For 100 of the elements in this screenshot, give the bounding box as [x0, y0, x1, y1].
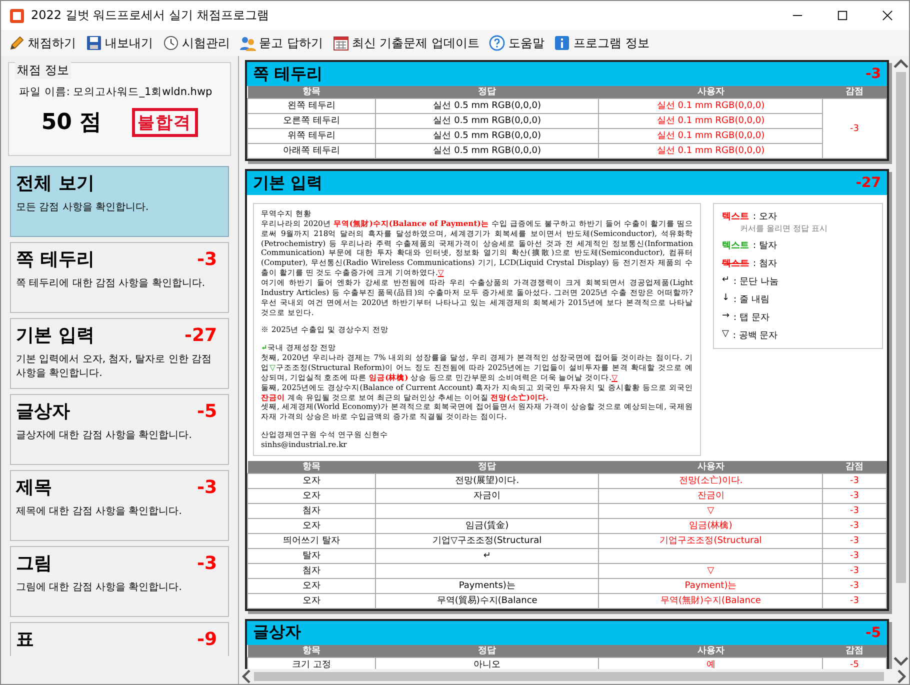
legend-text: : 공백 문자	[732, 330, 778, 342]
file-name: 파일 이름: 모의고사워드_1회wldn.hwp	[18, 85, 214, 99]
menu-item[interactable]: 프로그램 정보	[550, 32, 654, 54]
info-icon	[554, 35, 570, 51]
table-cell: 위쪽 테두리	[248, 128, 376, 144]
category-deduction: -27	[184, 324, 218, 346]
category-title: 글상자	[16, 400, 70, 423]
table-cell: -3	[822, 548, 886, 564]
legend-text: : 탈자	[753, 240, 777, 252]
category-deduction: -5	[197, 400, 218, 422]
column-header: 항목	[248, 644, 376, 658]
table-cell: 첨자	[248, 503, 376, 518]
table-cell: 오자	[248, 488, 376, 504]
pencil-icon	[9, 35, 25, 51]
table-cell: 자금이	[375, 488, 599, 504]
menu-item[interactable]: 채점하기	[5, 32, 80, 54]
menu-item[interactable]: 시험관리	[159, 32, 234, 54]
table-cell: 실선 0.5 mm RGB(0,0,0)	[375, 128, 599, 144]
column-header: 감점	[822, 86, 886, 98]
section-deduction: -27	[856, 175, 881, 191]
category-deduction: -3	[197, 248, 218, 270]
category-title: 기본 입력	[16, 324, 94, 347]
column-header: 감점	[822, 460, 886, 474]
menu-item[interactable]: 최신 기출문제 업데이트	[328, 32, 484, 54]
close-icon[interactable]	[882, 10, 893, 21]
column-header: 정답	[375, 644, 599, 658]
horizontal-scrollbar[interactable]	[239, 669, 909, 684]
table-cell: 무역(貿易)수지(Balance	[375, 593, 599, 608]
table-cell: 탈자	[248, 548, 376, 564]
legend-sample: 텍스트	[722, 240, 749, 252]
table-cell: 실선 0.1 mm RGB(0,0,0)	[598, 98, 823, 114]
category-title: 전체 보기	[16, 172, 94, 195]
category-title: 그림	[16, 552, 52, 575]
app-icon	[9, 8, 25, 24]
table-cell: 오자	[248, 578, 376, 594]
column-header: 사용자	[598, 460, 823, 474]
category-description: 그림에 대한 감점 사항을 확인합니다.	[16, 581, 183, 595]
category-item[interactable]: 글상자 -5 글상자에 대한 감점 사항을 확인합니다.	[10, 394, 229, 465]
table-cell: -3	[822, 518, 886, 534]
calendar-icon	[332, 35, 349, 51]
menu-item[interactable]: 묻고 답하기	[236, 32, 327, 54]
column-header: 정답	[375, 86, 599, 98]
category-item[interactable]: 그림 -3 그림에 대한 감점 사항을 확인합니다.	[10, 546, 229, 617]
table-cell: 실선 0.1 mm RGB(0,0,0)	[598, 128, 823, 144]
clock-icon	[163, 35, 179, 51]
table-cell: 오자	[248, 593, 376, 608]
legend-sample: →	[722, 311, 730, 323]
menu-item[interactable]: 내보내기	[82, 32, 157, 54]
maximize-icon[interactable]	[837, 10, 848, 21]
column-header: 항목	[248, 460, 376, 474]
category-description: 글상자에 대한 감점 사항을 확인합니다.	[16, 429, 193, 443]
people-icon	[240, 35, 256, 51]
legend-sample: 텍스트	[722, 211, 749, 223]
section-title: 기본 입력	[253, 172, 323, 194]
table-cell: 임금(林檎)	[598, 518, 823, 534]
column-header: 사용자	[598, 644, 823, 658]
table-cell: ↵	[375, 548, 599, 564]
table-cell: -3	[822, 578, 886, 594]
panel-legend: 채점 정보	[15, 62, 71, 79]
legend-text: : 첨자	[753, 258, 777, 270]
legend-sample: 텍스트	[722, 258, 749, 270]
table-cell: 전망(소亡)이다.	[598, 473, 823, 488]
table-cell: 띄어쓰기 탈자	[248, 533, 376, 548]
column-header: 사용자	[598, 86, 823, 98]
category-deduction: -3	[197, 476, 218, 498]
table-cell: 기업구조조정(Structural	[598, 533, 823, 548]
category-title: 표	[16, 628, 34, 651]
column-header: 항목	[248, 86, 376, 98]
vertical-scrollbar[interactable]	[893, 56, 909, 669]
category-title: 쪽 테두리	[16, 248, 94, 271]
category-description: 제목에 대한 감점 사항을 확인합니다.	[16, 505, 183, 519]
legend-text: : 오자	[753, 211, 777, 223]
table-cell: -3	[822, 98, 886, 158]
column-header: 정답	[375, 460, 599, 474]
section-title: 글상자	[253, 622, 301, 644]
category-deduction: -9	[197, 628, 218, 650]
table-cell: 전망(展望)이다.	[375, 473, 599, 488]
section-deduction: -5	[865, 624, 881, 641]
table-cell: 오자	[248, 518, 376, 534]
table-cell: 임금(賃金)	[375, 518, 599, 534]
result-stamp: 불합격	[132, 108, 198, 136]
section-title: 쪽 테두리	[253, 64, 323, 84]
table-cell: -3	[822, 488, 886, 504]
legend-sample: ▽	[722, 329, 729, 341]
section-deduction: -3	[865, 66, 881, 82]
category-item[interactable]: 표 -9	[10, 622, 229, 656]
menu-item[interactable]: 도움말	[485, 32, 548, 54]
legend-text: : 탭 문자	[734, 312, 770, 324]
category-item[interactable]: 제목 -3 제목에 대한 감점 사항을 확인합니다.	[10, 470, 229, 541]
help-icon	[489, 35, 506, 51]
legend-note: 커서를 올리면 정답 표시	[740, 223, 829, 234]
category-item[interactable]: 쪽 테두리 -3 쪽 테두리에 대한 감점 사항을 확인합니다.	[10, 242, 229, 313]
table-cell: 기업▽구조조정(Structural	[375, 533, 599, 548]
table-cell: 오자	[248, 473, 376, 488]
table-cell: ▽	[598, 503, 823, 518]
table-cell: 무역(無財)수지(Balance	[598, 593, 823, 608]
category-item[interactable]: 기본 입력 -27 기본 입력에서 오자, 첨자, 탈자로 인한 감점 사항을 확인합니다.	[10, 318, 229, 389]
legend-sample: ↓	[722, 293, 730, 305]
table-cell: Payments)는	[375, 578, 599, 594]
category-item[interactable]: 전체 보기 모든 감점 사항을 확인합니다.	[10, 166, 229, 237]
